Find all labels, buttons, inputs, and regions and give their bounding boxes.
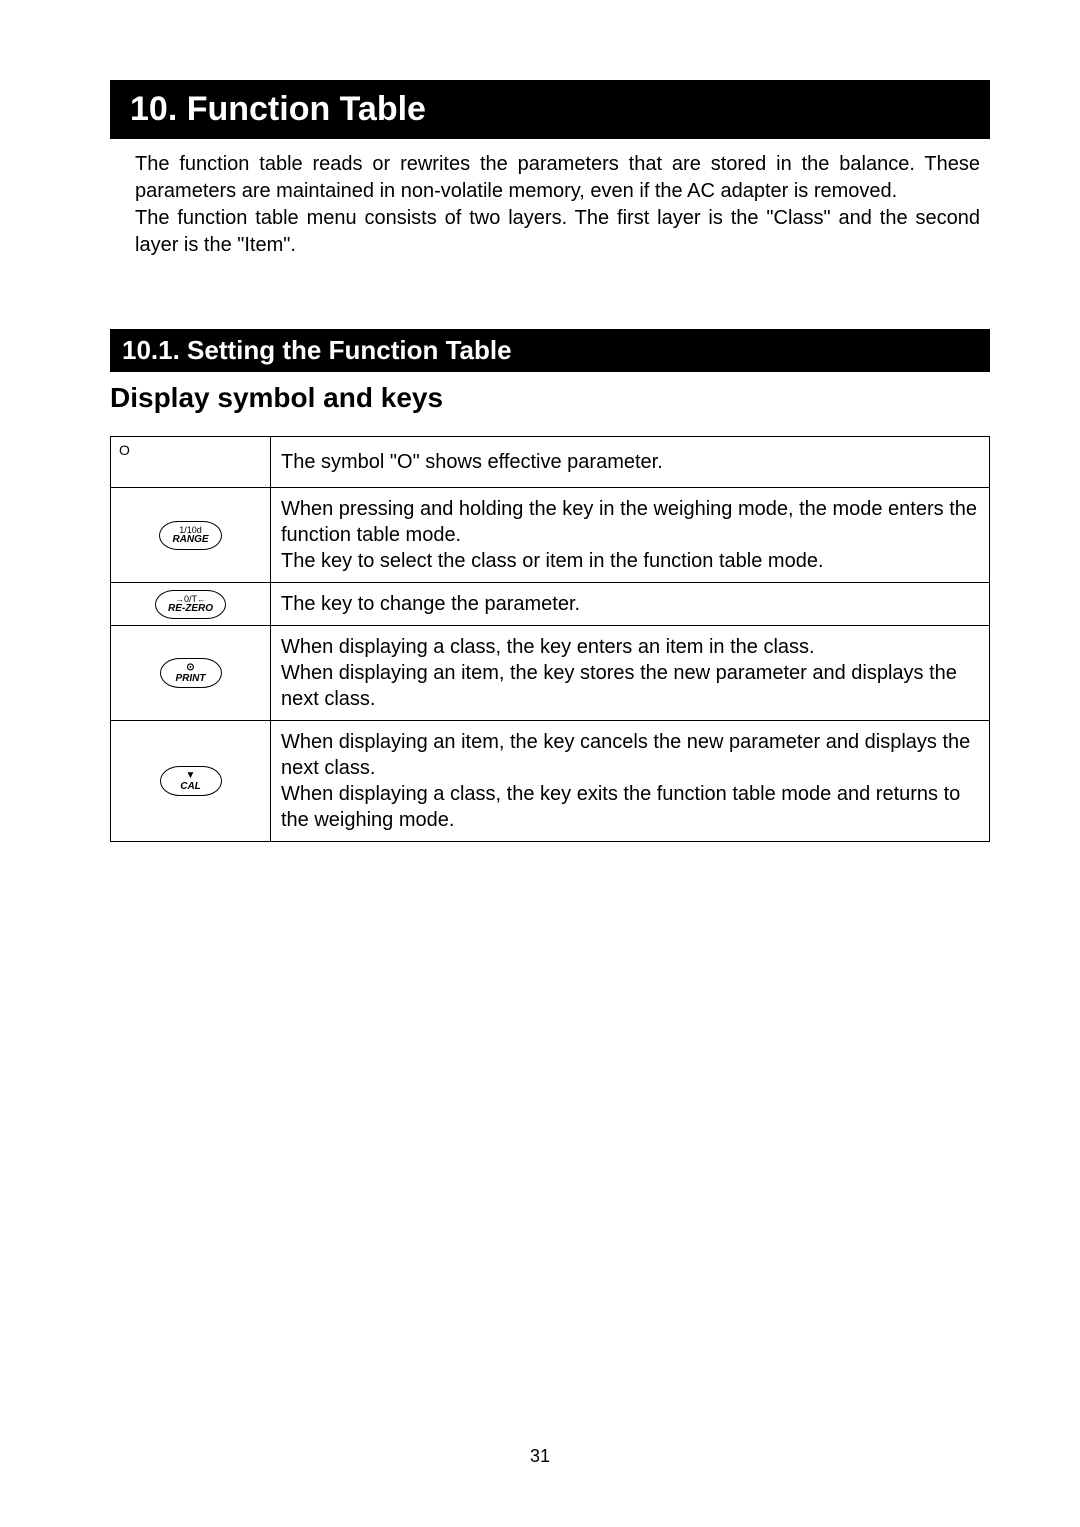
table-row: ▼ CAL When displaying an item, the key c… (111, 721, 990, 842)
key-line2: PRINT (173, 674, 209, 685)
keys-table: O The symbol "O" shows effective paramet… (110, 436, 990, 842)
cal-key-icon: ▼ CAL (160, 766, 222, 796)
desc-cell: When displaying a class, the key enters … (271, 626, 990, 721)
desc-text-pre: The symbol " (281, 451, 397, 473)
table-row: 1/10d RANGE When pressing and holding th… (111, 488, 990, 583)
symbol-cell-key: ⊙ PRINT (111, 626, 271, 721)
circle-symbol: O (115, 441, 266, 459)
desc-cell: The symbol "O" shows effective parameter… (271, 437, 990, 488)
key-line2: RANGE (172, 535, 208, 546)
table-row: ⊙ PRINT When displaying a class, the key… (111, 626, 990, 721)
desc-text-post: " shows effective parameter. (413, 451, 663, 473)
desc-text: The key to change the parameter. (281, 593, 580, 615)
desc-text: When displaying a class, the key enters … (281, 636, 957, 710)
symbol-cell-circle: O (111, 437, 271, 488)
symbol-cell-key: 1/10d RANGE (111, 488, 271, 583)
intro-paragraph-2: The function table menu consists of two … (135, 205, 980, 259)
chapter-heading: 10. Function Table (110, 80, 990, 139)
desc-cell: The key to change the parameter. (271, 583, 990, 626)
section-heading: 10.1. Setting the Function Table (110, 329, 990, 372)
table-row: →0/T← RE-ZERO The key to change the para… (111, 583, 990, 626)
key-line2: RE-ZERO (168, 604, 213, 615)
desc-cell: When displaying an item, the key cancels… (271, 721, 990, 842)
subsection-heading: Display symbol and keys (110, 382, 990, 414)
rezero-key-icon: →0/T← RE-ZERO (155, 590, 226, 619)
desc-o-letter: O (397, 451, 413, 473)
desc-cell: When pressing and holding the key in the… (271, 488, 990, 583)
symbol-cell-key: ▼ CAL (111, 721, 271, 842)
desc-text: When displaying an item, the key cancels… (281, 731, 970, 831)
document-page: 10. Function Table The function table re… (0, 0, 1080, 1527)
intro-paragraph-1: The function table reads or rewrites the… (135, 151, 980, 205)
page-number: 31 (0, 1446, 1080, 1467)
symbol-cell-key: →0/T← RE-ZERO (111, 583, 271, 626)
print-key-icon: ⊙ PRINT (160, 658, 222, 688)
table-row: O The symbol "O" shows effective paramet… (111, 437, 990, 488)
desc-text: When pressing and holding the key in the… (281, 498, 977, 572)
range-key-icon: 1/10d RANGE (159, 521, 221, 550)
key-line2: CAL (173, 782, 209, 793)
